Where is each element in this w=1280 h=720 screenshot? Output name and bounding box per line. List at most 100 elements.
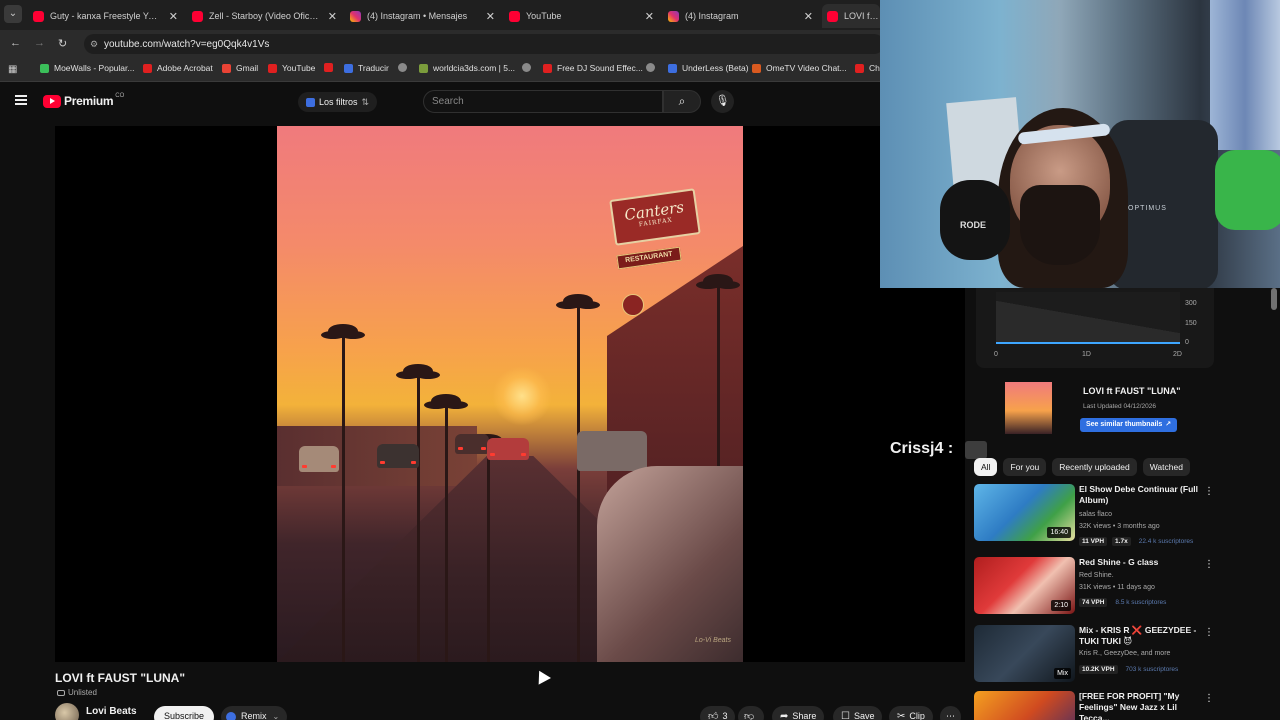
youtube-icon	[33, 10, 44, 22]
rec-channel[interactable]: Red Shine.	[1079, 571, 1114, 581]
video-thumbnail[interactable]: 2:10	[974, 557, 1075, 614]
bookmark[interactable]	[324, 63, 338, 72]
extension-icon	[306, 97, 315, 107]
views-chart-area	[996, 292, 1180, 342]
browser-tab-active[interactable]: LOVI ft FAU	[822, 4, 880, 28]
bookmark[interactable]: Gmail	[222, 63, 258, 73]
bookmark[interactable]: Ch	[855, 63, 880, 73]
rec-title[interactable]: Red Shine - G class	[1079, 557, 1207, 568]
video-artwork: Canters FAIRFAX RESTAURANT Lo-Vi Beats	[277, 126, 743, 662]
youtube-icon	[855, 63, 864, 73]
browser-tab[interactable]: Guty - kanxa Freestyle Ya dispo ✕	[33, 4, 178, 28]
chip-all[interactable]: All	[974, 458, 998, 476]
close-icon[interactable]: ✕	[645, 10, 654, 23]
rec-title[interactable]: Mix - KRIS R ❌ GEEZYDEE - TUKI TUKI 😈	[1079, 625, 1207, 647]
apps-grid-icon[interactable]: ▦	[8, 64, 19, 75]
back-arrow-icon[interactable]: ←	[10, 37, 21, 49]
bookmark[interactable]: MoeWalls - Popular...	[40, 63, 134, 73]
more-vertical-icon[interactable]: ⋮	[1204, 486, 1214, 497]
bookmark[interactable]: Traducir	[344, 63, 389, 73]
close-icon[interactable]: ✕	[169, 10, 178, 23]
filters-label: Los filtros	[319, 97, 358, 107]
forward-arrow-icon[interactable]: →	[34, 37, 45, 49]
recommendation-item[interactable]: 16:40 El Show Debe Continuar (Full Album…	[974, 484, 1214, 546]
car	[487, 438, 529, 460]
filters-button[interactable]: Los filtros ⇅	[298, 92, 378, 112]
palm-tree	[403, 364, 433, 662]
search-input[interactable]: Search	[423, 90, 663, 113]
bookmark[interactable]: UnderLess (Beta)	[668, 63, 749, 73]
subscribe-button[interactable]: Subscribe	[154, 706, 215, 720]
video-thumbnail[interactable]: 16:40	[974, 484, 1075, 541]
chevron-down-icon: ⌄	[272, 712, 280, 720]
underless-icon	[668, 63, 677, 73]
rec-meta: 32K views • 3 months ago	[1079, 523, 1160, 530]
microphone-icon[interactable]: 🎙︎	[711, 90, 734, 113]
tab-title: Zell - Starboy (Video Oficial) - Y	[209, 11, 319, 21]
dislike-button[interactable]: 👎︎	[738, 706, 765, 720]
menu-icon[interactable]	[15, 95, 27, 105]
bookmark[interactable]: YouTube	[268, 63, 315, 73]
remix-button[interactable]: Remix ⌄	[221, 706, 288, 720]
globe-icon	[398, 63, 407, 72]
rec-channel[interactable]: salas flaco	[1079, 510, 1112, 520]
clip-button[interactable]: ✂ Clip	[889, 706, 933, 720]
globe-icon	[522, 63, 531, 72]
chip-watched[interactable]: Watched	[1142, 458, 1190, 476]
browser-tab[interactable]: (4) Instagram ✕	[668, 4, 813, 28]
more-vertical-icon[interactable]: ⋮	[1204, 693, 1214, 704]
bookmark[interactable]: Adobe Acrobat	[143, 63, 213, 73]
chip-for-you[interactable]: For you	[1003, 458, 1047, 476]
video-thumbnail[interactable]	[974, 691, 1075, 720]
more-horizontal-icon: ⋯	[946, 711, 955, 720]
bookmark[interactable]: OmeTV Video Chat...	[752, 63, 847, 73]
country-code: CO	[115, 93, 125, 99]
rec-channel[interactable]: Kris R., GeezyDee, and more	[1079, 649, 1170, 659]
recommendation-item[interactable]: Mix Mix - KRIS R ❌ GEEZYDEE - TUKI TUKI …	[974, 625, 1214, 687]
youtube-play-icon	[43, 94, 61, 108]
browser-tab[interactable]: Zell - Starboy (Video Oficial) - Y ✕	[192, 4, 337, 28]
save-button[interactable]: ☐ Save	[833, 706, 883, 720]
video-thumbnail[interactable]: Mix	[974, 625, 1075, 682]
rec-title[interactable]: [FREE FOR PROFIT] "My Feelings" New Jazz…	[1079, 691, 1207, 720]
sliders-icon: ⇅	[361, 96, 370, 107]
channel-name[interactable]: Lovi Beats	[86, 706, 137, 717]
bookmark[interactable]: worldcia3ds.com | 5...	[419, 63, 515, 73]
browser-tab[interactable]: YouTube ✕	[509, 4, 654, 28]
last-updated: Last Updated 04/12/2026	[1083, 403, 1157, 410]
chip-recently-uploaded[interactable]: Recently uploaded	[1052, 458, 1137, 476]
chair-logo: OPTIMUS	[1128, 205, 1167, 212]
more-vertical-icon[interactable]: ⋮	[1204, 559, 1214, 570]
close-icon[interactable]: ✕	[328, 10, 337, 23]
youtube-logo[interactable]: Premium CO	[43, 93, 125, 108]
youtube-icon	[827, 10, 838, 22]
thumbnail-preview[interactable]	[1005, 382, 1052, 434]
browser-tab[interactable]: (4) Instagram • Mensajes ✕	[350, 4, 495, 28]
url-field[interactable]: ⚙ youtube.com/watch?v=eg0Qqk4v1Vs	[84, 34, 884, 54]
duration-badge: 2:10	[1051, 600, 1071, 611]
tab-search-icon[interactable]: ⌄	[4, 5, 22, 23]
reload-icon[interactable]: ↻	[58, 37, 67, 50]
channel-avatar[interactable]	[55, 703, 79, 720]
like-button[interactable]: 👍︎ 3	[700, 706, 736, 720]
see-similar-button[interactable]: See similar thumbnails ↗	[1080, 418, 1178, 432]
share-button[interactable]: ➦ Share	[772, 706, 825, 720]
search-icon[interactable]: ⌕	[663, 90, 701, 113]
rec-title[interactable]: El Show Debe Continuar (Full Album)	[1079, 484, 1207, 506]
close-icon[interactable]: ✕	[804, 10, 813, 23]
close-icon[interactable]: ✕	[486, 10, 495, 23]
car	[577, 431, 647, 471]
bookmark[interactable]: Free DJ Sound Effec...	[543, 63, 643, 73]
video-player[interactable]: Canters FAIRFAX RESTAURANT Lo-Vi Beats	[55, 126, 965, 662]
bookmark[interactable]	[398, 63, 412, 72]
bookmark[interactable]	[522, 63, 536, 72]
tab-title: Guty - kanxa Freestyle Ya dispo	[50, 11, 160, 21]
sidebar-scrollbar[interactable]	[1271, 288, 1277, 310]
site-icon	[419, 63, 428, 73]
more-vertical-icon[interactable]: ⋮	[1204, 627, 1214, 638]
bookmark[interactable]	[646, 63, 660, 72]
recommendation-item[interactable]: 2:10 Red Shine - G class Red Shine. 31K …	[974, 557, 1214, 619]
more-actions-button[interactable]: ⋯	[940, 706, 961, 720]
recommendation-item[interactable]: [FREE FOR PROFIT] "My Feelings" New Jazz…	[974, 691, 1214, 720]
site-info-icon[interactable]: ⚙	[90, 39, 98, 50]
